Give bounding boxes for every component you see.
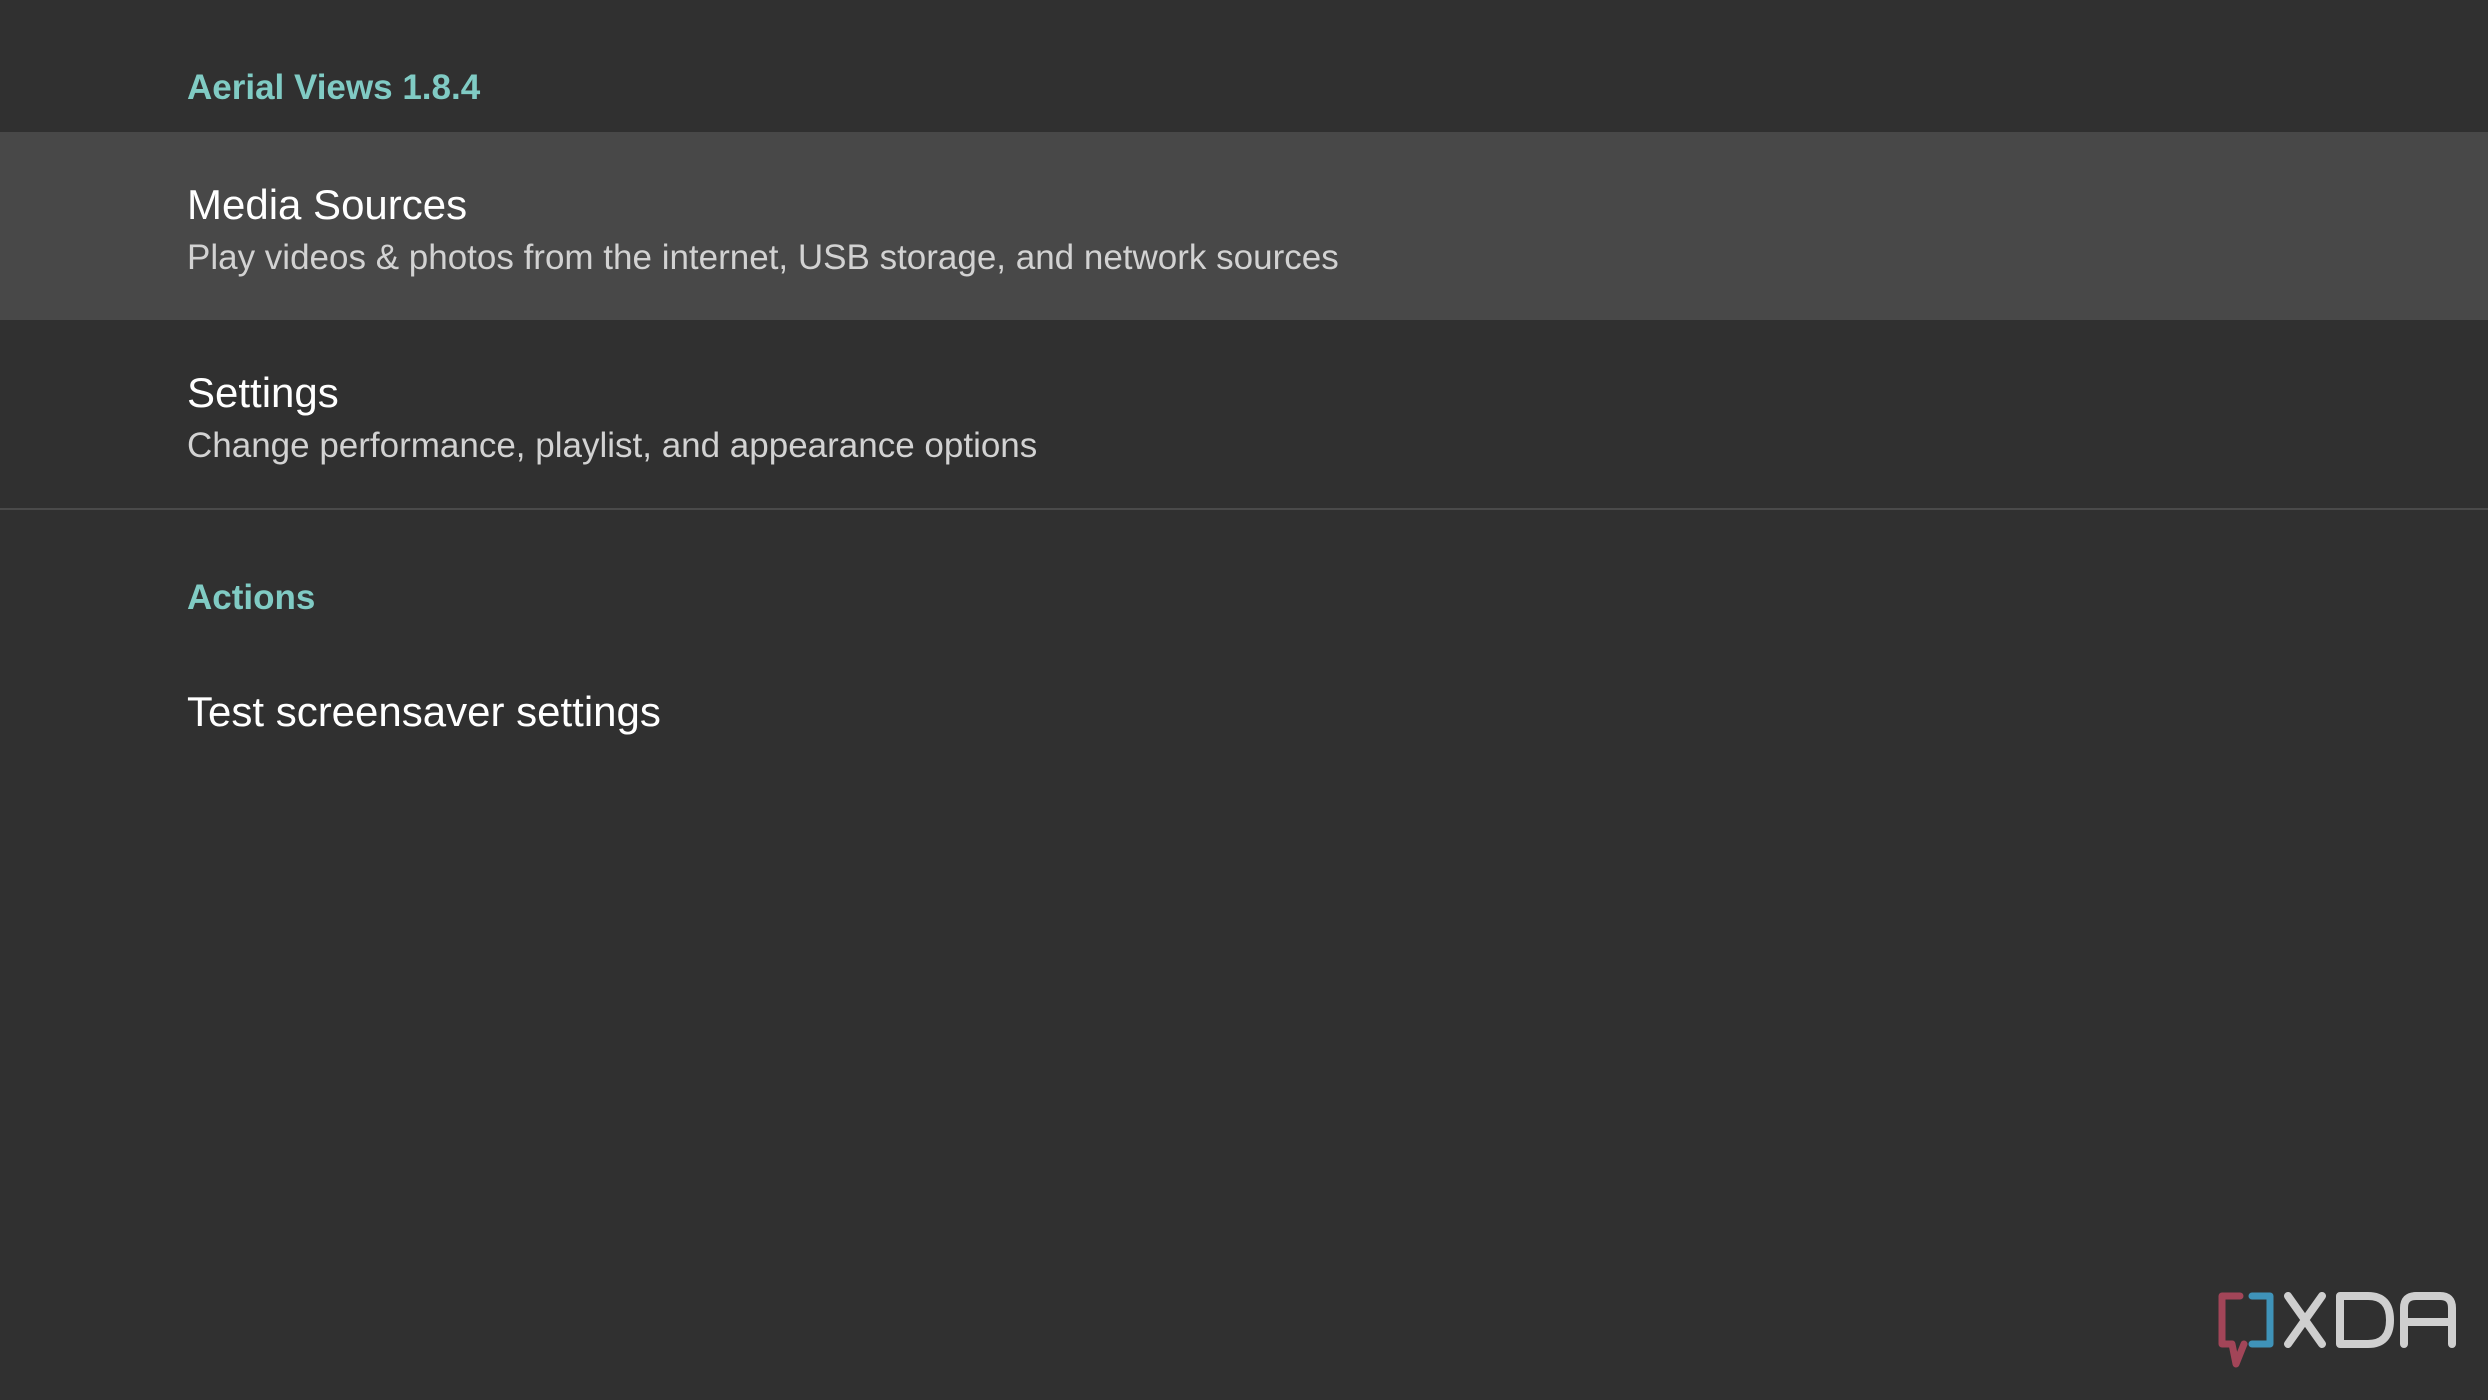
app-version-header: Aerial Views 1.8.4 — [187, 68, 481, 107]
xda-logo-icon — [2218, 1292, 2456, 1368]
actions-header: Actions — [187, 578, 316, 617]
media-sources-title: Media Sources — [187, 181, 468, 228]
media-sources-item[interactable]: Media Sources Play videos & photos from … — [0, 132, 2488, 320]
settings-summary: Change performance, playlist, and appear… — [187, 426, 1038, 465]
media-sources-summary: Play videos & photos from the internet, … — [187, 238, 1339, 277]
test-screensaver-title: Test screensaver settings — [187, 688, 661, 735]
test-screensaver-item[interactable]: Test screensaver settings — [0, 660, 2488, 760]
settings-title: Settings — [187, 369, 339, 416]
section-divider — [0, 508, 2488, 510]
settings-item[interactable]: Settings Change performance, playlist, a… — [0, 320, 2488, 508]
